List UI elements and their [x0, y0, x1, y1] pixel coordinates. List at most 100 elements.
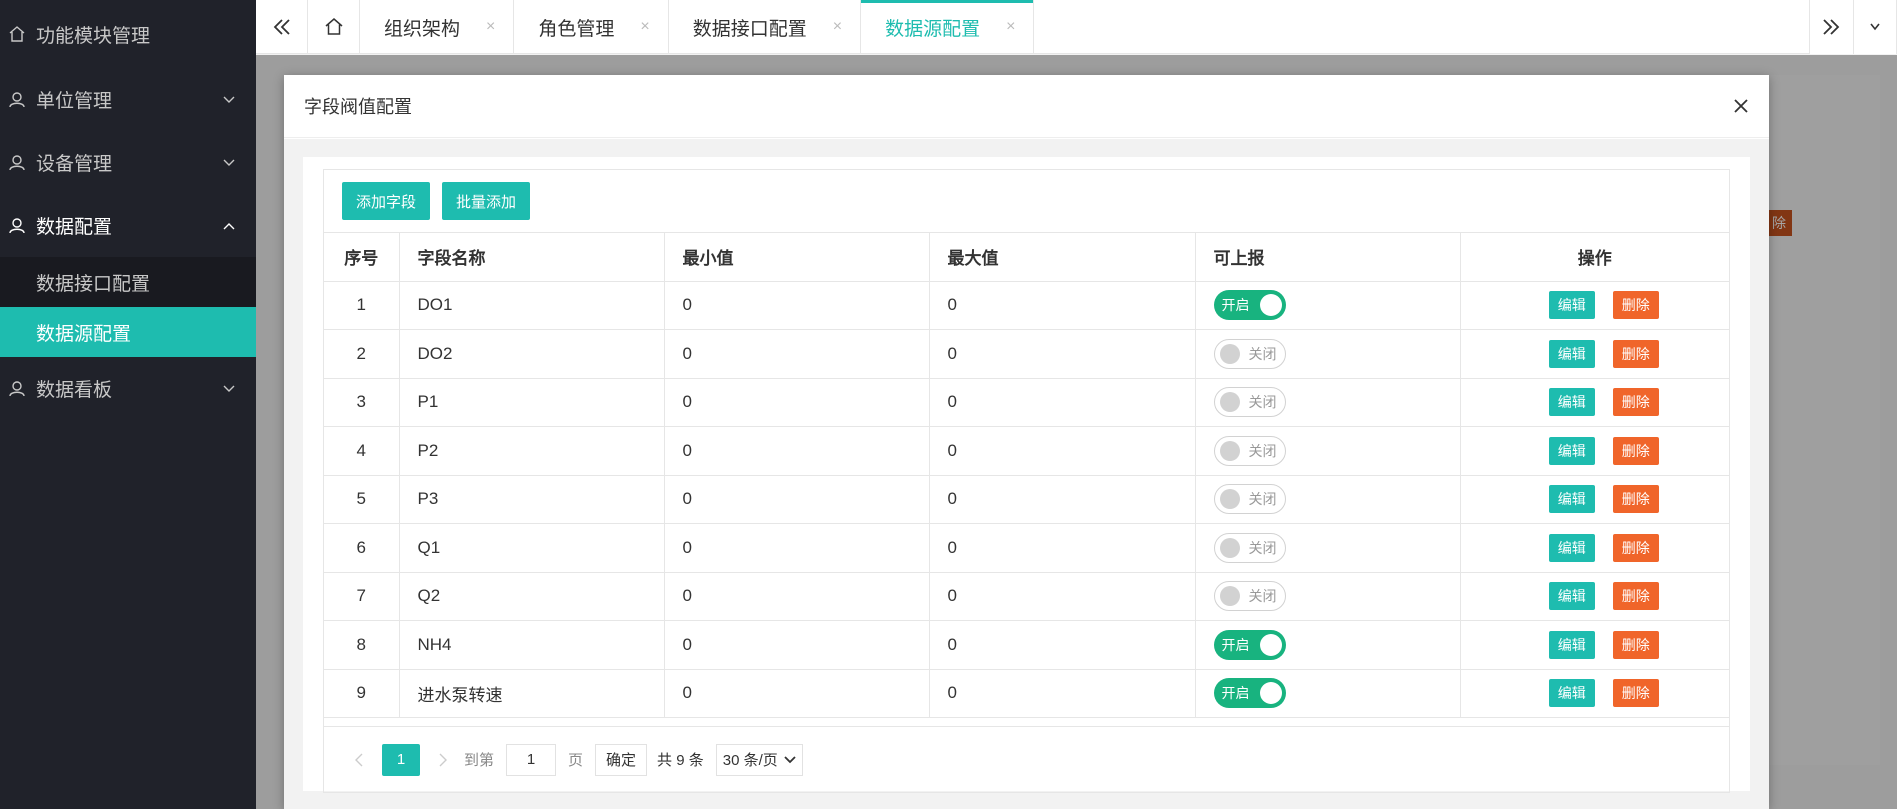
page-number-current[interactable]: 1	[382, 743, 420, 776]
tab-org-structure[interactable]: 组织架构 ×	[360, 0, 515, 54]
cell-index: 1	[324, 281, 400, 330]
delete-button[interactable]: 删除	[1612, 582, 1659, 611]
modal-close-button[interactable]	[1731, 96, 1751, 116]
cell-report: 关闭	[1195, 378, 1461, 427]
delete-button[interactable]: 删除	[1612, 436, 1659, 465]
sidebar-item-function-modules[interactable]: 功能模块管理	[0, 0, 256, 68]
delete-button[interactable]: 删除	[1612, 533, 1659, 562]
cell-index: 2	[324, 329, 400, 379]
toggle-label: 开启	[1221, 297, 1250, 314]
home-icon	[6, 23, 28, 45]
table-toolbar: 添加字段 批量添加	[324, 170, 1729, 233]
tab-menu-button[interactable]	[1854, 0, 1897, 54]
edit-button[interactable]: 编辑	[1548, 388, 1595, 417]
cell-report: 开启	[1195, 669, 1461, 718]
content-panel: 添加字段 批量添加 序号 字段名称 最小值 最大值 可上报 操作 1 DO1 0…	[303, 157, 1750, 793]
delete-button[interactable]: 删除	[1612, 485, 1659, 514]
tab-bar-right-controls	[1809, 0, 1897, 54]
table-row: 1 DO1 0 0 开启 编辑 删除	[324, 281, 1729, 330]
column-header-actions: 操作	[1460, 233, 1729, 282]
sidebar-subitem-data-source[interactable]: 数据源配置	[0, 307, 256, 357]
caret-down-icon	[1870, 23, 1880, 31]
cell-index: 4	[324, 426, 400, 476]
report-toggle[interactable]: 开启	[1213, 629, 1286, 660]
cell-report: 开启	[1195, 281, 1461, 330]
edit-button[interactable]: 编辑	[1548, 630, 1595, 659]
home-icon	[325, 18, 342, 35]
close-icon[interactable]: ×	[640, 18, 649, 36]
cell-actions: 编辑 删除	[1460, 378, 1729, 427]
edit-button[interactable]: 编辑	[1548, 533, 1595, 562]
edit-button[interactable]: 编辑	[1548, 679, 1595, 708]
add-field-button[interactable]: 添加字段	[342, 182, 431, 220]
tab-data-interface[interactable]: 数据接口配置 ×	[669, 0, 862, 54]
cell-report: 开启	[1195, 620, 1461, 670]
tab-data-source[interactable]: 数据源配置 ×	[861, 0, 1035, 54]
toggle-label: 开启	[1221, 685, 1250, 702]
edit-button[interactable]: 编辑	[1548, 436, 1595, 465]
column-header-name: 字段名称	[399, 233, 665, 282]
cell-min-value: 0	[664, 281, 930, 330]
scroll-tabs-left-button[interactable]	[256, 0, 308, 54]
report-toggle[interactable]: 关闭	[1213, 581, 1286, 612]
tab-role-management[interactable]: 角色管理 ×	[514, 0, 669, 54]
edit-button[interactable]: 编辑	[1548, 485, 1595, 514]
sidebar-item-unit[interactable]: 单位管理	[0, 68, 256, 131]
report-toggle[interactable]: 关闭	[1213, 484, 1286, 515]
sidebar-item-label: 数据看板	[36, 380, 113, 401]
sidebar-item-device[interactable]: 设备管理	[0, 131, 256, 194]
sidebar-item-data-config[interactable]: 数据配置	[0, 194, 256, 257]
chevron-down-icon	[784, 755, 796, 763]
sidebar-subitem-data-interface[interactable]: 数据接口配置	[0, 257, 256, 307]
cell-report: 关闭	[1195, 426, 1461, 476]
report-toggle[interactable]: 关闭	[1213, 435, 1286, 466]
toggle-label: 关闭	[1248, 491, 1277, 508]
close-icon[interactable]: ×	[1006, 18, 1015, 36]
toggle-knob	[1219, 392, 1240, 413]
report-toggle[interactable]: 关闭	[1213, 387, 1286, 418]
user-icon	[6, 215, 28, 237]
page-size-select[interactable]: 30 条/页	[715, 743, 803, 776]
cell-index: 6	[324, 523, 400, 573]
double-chevron-left-icon	[273, 19, 290, 35]
delete-button[interactable]: 删除	[1612, 388, 1659, 417]
toggle-knob	[1219, 537, 1240, 558]
report-toggle[interactable]: 关闭	[1213, 338, 1286, 369]
scroll-tabs-right-button[interactable]	[1810, 0, 1854, 54]
next-page-button[interactable]	[428, 744, 458, 776]
cell-min-value: 0	[664, 378, 930, 427]
table-row: 7 Q2 0 0 关闭 编辑 删除	[324, 572, 1729, 621]
delete-button[interactable]: 删除	[1612, 339, 1659, 368]
delete-button[interactable]: 删除	[1612, 630, 1659, 659]
cell-max-value: 0	[929, 523, 1196, 573]
home-tab[interactable]	[308, 0, 360, 54]
delete-button[interactable]: 删除	[1612, 291, 1659, 320]
column-header-index: 序号	[324, 233, 400, 282]
user-icon	[6, 152, 28, 174]
edit-button[interactable]: 编辑	[1548, 582, 1595, 611]
cell-index: 9	[324, 669, 400, 718]
batch-add-button[interactable]: 批量添加	[442, 182, 531, 220]
cell-actions: 编辑 删除	[1460, 620, 1729, 670]
goto-confirm-button[interactable]: 确定	[595, 743, 648, 776]
user-icon	[6, 378, 28, 400]
report-toggle[interactable]: 关闭	[1213, 532, 1286, 563]
tab-bar: 组织架构 × 角色管理 × 数据接口配置 × 数据源配置 ×	[256, 0, 1897, 54]
close-icon[interactable]: ×	[833, 18, 842, 36]
total-count: 共 9 条	[657, 752, 704, 769]
close-icon[interactable]: ×	[486, 18, 495, 36]
cell-field-name: Q2	[399, 572, 665, 621]
delete-button[interactable]: 删除	[1612, 679, 1659, 708]
report-toggle[interactable]: 开启	[1213, 290, 1286, 321]
goto-page-input[interactable]	[506, 743, 557, 776]
cell-field-name: DO2	[399, 329, 665, 379]
sidebar-item-dashboard[interactable]: 数据看板	[0, 357, 256, 420]
prev-page-button[interactable]	[344, 744, 374, 776]
cell-actions: 编辑 删除	[1460, 329, 1729, 379]
cell-max-value: 0	[929, 620, 1196, 670]
edit-button[interactable]: 编辑	[1548, 291, 1595, 320]
edit-button[interactable]: 编辑	[1548, 339, 1595, 368]
table-body: 1 DO1 0 0 开启 编辑 删除 2 DO2 0 0 关闭 编辑 删除 3 P1 0 0 关闭 编辑 删除 4 P2 0 0…	[324, 281, 1729, 718]
report-toggle[interactable]: 开启	[1213, 678, 1286, 709]
cell-min-value: 0	[664, 620, 930, 670]
